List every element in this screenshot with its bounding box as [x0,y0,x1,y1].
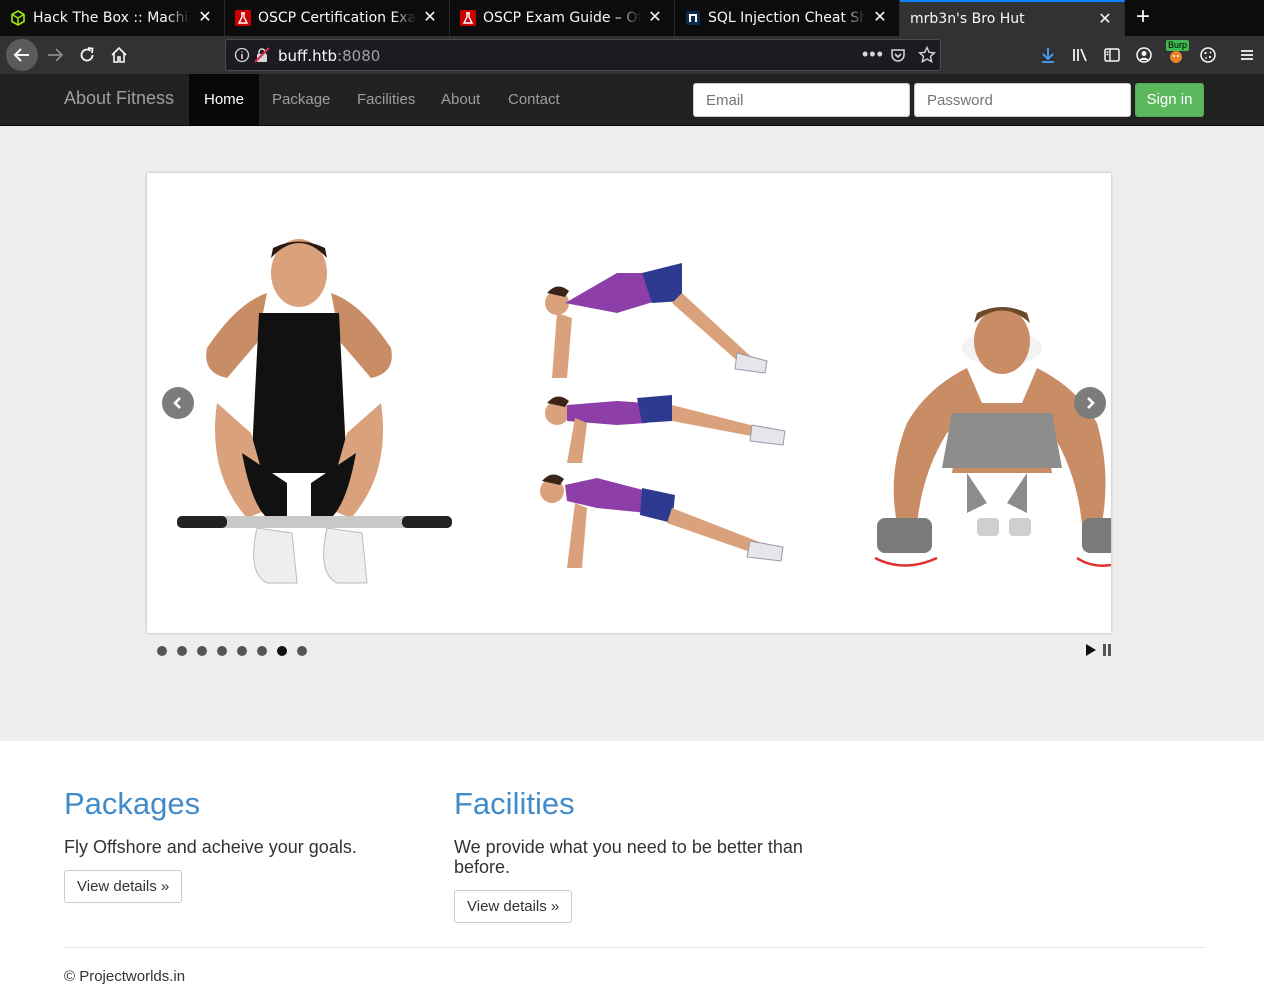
tab-oscp-certification[interactable]: OSCP Certification Exam ✕ [225,0,450,36]
facilities-section: Facilities We provide what you need to b… [454,786,824,923]
tab-oscp-exam-guide[interactable]: OSCP Exam Guide – Offensive ✕ [450,0,675,36]
facilities-view-details-button[interactable]: View details » [454,890,573,923]
tab-close-icon[interactable]: ✕ [871,9,889,27]
new-tab-button[interactable]: + [1125,0,1161,36]
account-button[interactable] [1129,40,1159,70]
slider-dot[interactable] [237,646,247,656]
sidebar-button[interactable] [1097,40,1127,70]
facilities-text: We provide what you need to be better th… [454,837,803,877]
email-input[interactable] [693,83,910,117]
back-button[interactable] [6,39,38,71]
slider-controls [1085,643,1112,661]
htb-cube-icon [10,10,26,26]
menu-button[interactable] [1232,40,1262,70]
facilities-heading: Facilities [454,786,575,821]
slider-dot[interactable] [177,646,187,656]
slider-pagination [157,646,317,656]
info-icon[interactable] [234,47,250,68]
offsec-flask-icon [460,10,476,26]
nav-facilities[interactable]: Facilities [342,74,430,125]
sidebar-icon [1104,48,1120,62]
burp-extension-button[interactable]: Burp [1161,40,1191,70]
brand-link[interactable]: About Fitness [64,88,174,109]
image-slider [147,173,1111,633]
slider-dot-active[interactable] [277,646,287,656]
packages-heading: Packages [64,786,201,821]
tab-title: OSCP Certification Exam [258,10,416,26]
pushup-man-figure [874,307,1111,567]
home-icon [111,46,127,63]
tab-close-icon[interactable]: ✕ [1096,11,1114,29]
slider-prev-button[interactable] [162,387,194,419]
url-port: :8080 [337,47,381,65]
tab-strip: Hack The Box :: Machines ✕ OSCP Certific… [0,0,1264,36]
cookie-icon [1200,47,1216,63]
extension-badge: Burp [1166,40,1190,51]
slider-dot[interactable] [157,646,167,656]
tab-close-icon[interactable]: ✕ [646,9,664,27]
account-icon [1136,47,1152,63]
nav-package[interactable]: Package [257,74,345,125]
packages-text: Fly Offshore and acheive your goals. [64,837,357,857]
hamburger-menu-icon [1241,50,1253,60]
slider-dot[interactable] [257,646,267,656]
slider-dot[interactable] [197,646,207,656]
nav-about[interactable]: About [426,74,495,125]
browser-toolbar: buff.htb:8080 ••• Burp [0,36,1264,74]
site-navbar: About Fitness Home Package Facilities Ab… [0,74,1264,126]
slider-dot[interactable] [217,646,227,656]
tab-mrb3ns-bro-hut[interactable]: mrb3n's Bro Hut ✕ [900,0,1125,36]
downloads-button[interactable] [1033,40,1063,70]
situp-figure [177,239,452,584]
tab-title: OSCP Exam Guide – Offensive [483,10,641,26]
password-input[interactable] [914,83,1131,117]
library-icon [1073,48,1087,62]
pocket-icon[interactable] [890,47,906,68]
reload-icon [80,47,94,62]
nav-home[interactable]: Home [189,74,260,125]
chevron-left-icon [173,397,181,409]
play-icon[interactable] [1085,643,1097,661]
sign-in-button[interactable]: Sign in [1135,83,1204,117]
chevron-right-icon [1087,397,1095,409]
pause-icon[interactable] [1102,643,1112,661]
tab-close-icon[interactable]: ✕ [196,9,214,27]
bookmark-star-icon[interactable] [917,45,937,69]
footer-copyright: © Projectworlds.in [64,968,186,985]
tab-hack-the-box[interactable]: Hack The Box :: Machines ✕ [0,0,225,36]
page-actions-icon[interactable]: ••• [862,44,884,65]
url-text: buff.htb:8080 [278,47,380,65]
download-arrow-icon [1042,48,1054,63]
arrow-right-icon [48,48,64,62]
address-bar[interactable]: buff.htb:8080 ••• [225,39,941,71]
tab-sql-injection-cheat-sheet[interactable]: SQL Injection Cheat Sheet ✕ [675,0,900,36]
url-host: buff.htb [278,47,338,65]
home-button[interactable] [104,40,134,70]
reload-button[interactable] [72,40,102,70]
tab-title: Hack The Box :: Machines [33,10,191,26]
packages-view-details-button[interactable]: View details » [64,870,183,903]
cookie-extension-button[interactable] [1193,40,1223,70]
library-button[interactable] [1065,40,1095,70]
tab-title: SQL Injection Cheat Sheet [708,10,866,26]
slide-image-exercises [177,239,1111,584]
packages-section: Packages Fly Offshore and acheive your g… [64,786,434,903]
tab-title: mrb3n's Bro Hut [910,11,1025,27]
slider-next-button[interactable] [1074,387,1106,419]
slider-dot[interactable] [297,646,307,656]
nav-contact[interactable]: Contact [493,74,575,125]
offsec-flask-icon [235,10,251,26]
hero-jumbotron [0,126,1264,741]
pushup-women-figure [540,263,786,568]
arrow-left-icon [13,48,29,62]
forward-button[interactable] [40,40,70,70]
insecure-lock-icon[interactable] [254,47,270,68]
tab-close-icon[interactable]: ✕ [421,9,439,27]
netsparker-icon [685,10,701,26]
footer-divider [64,947,1204,948]
